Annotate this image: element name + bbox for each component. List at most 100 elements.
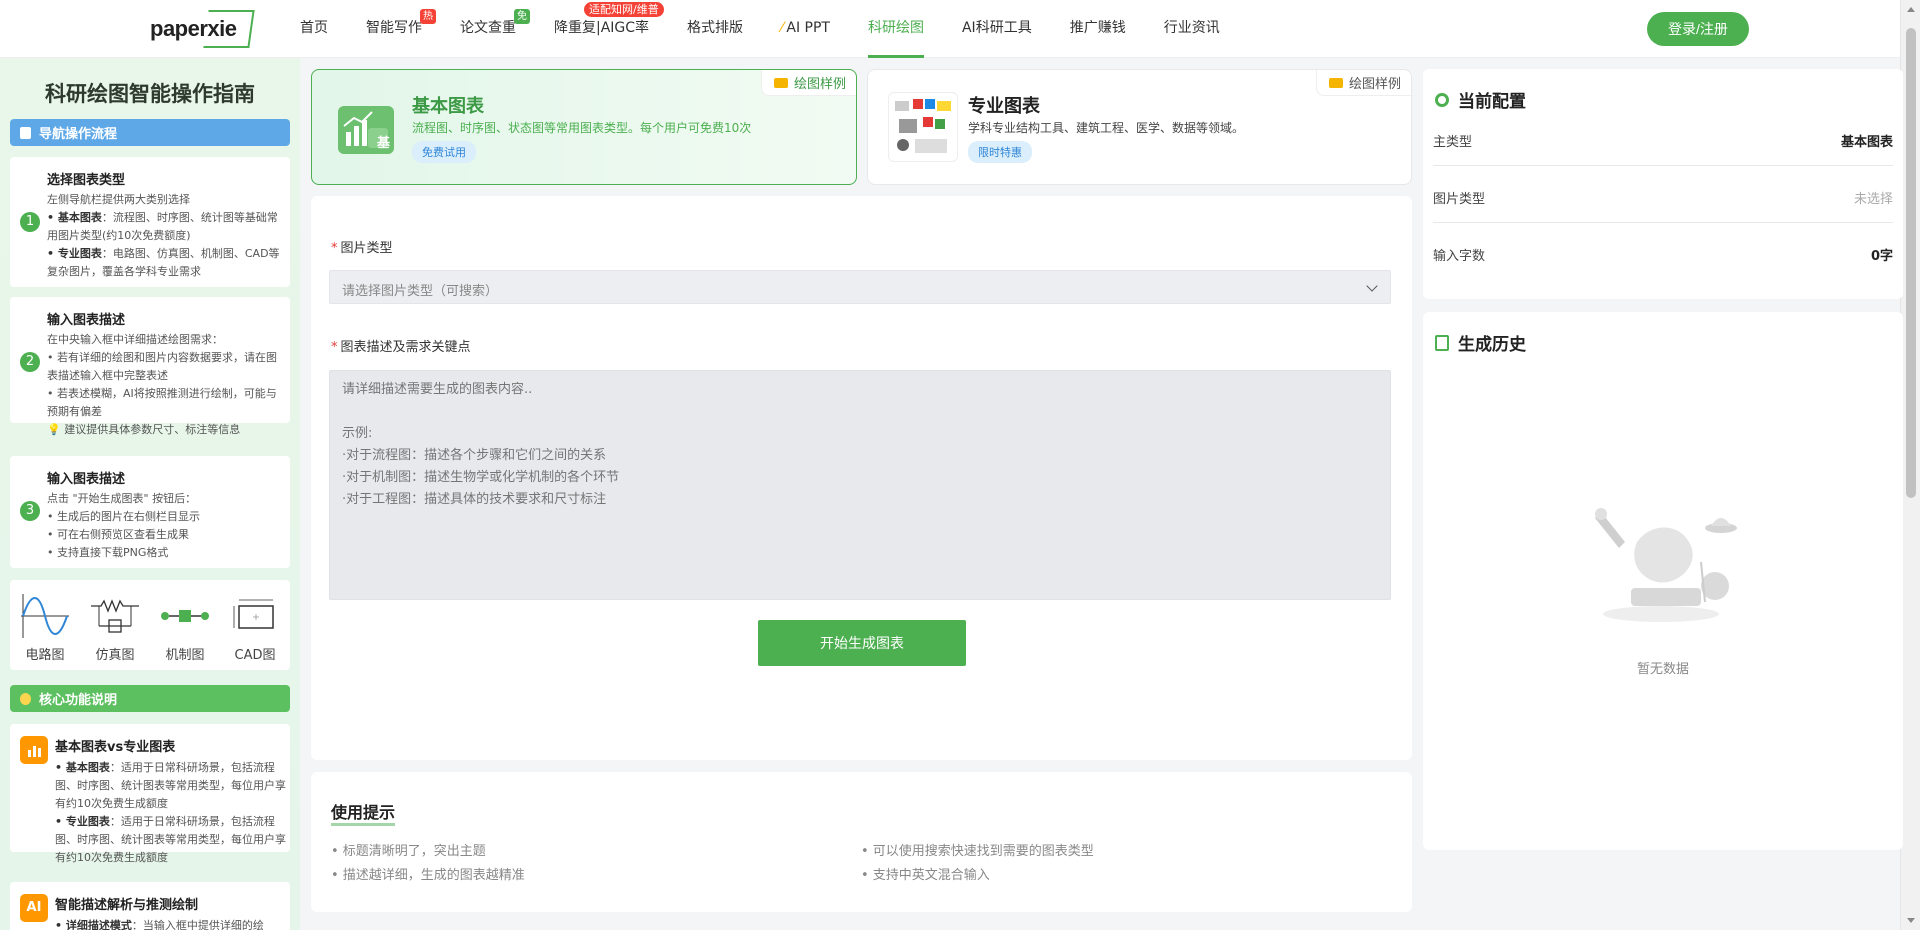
logo-frame-decoration [203, 10, 255, 48]
image-type-select[interactable]: 请选择图片类型（可搜索） [329, 270, 1391, 304]
empty-state-illustration [1595, 508, 1737, 622]
sine-wave-icon [21, 594, 69, 638]
current-config-panel: 当前配置 主类型 基本图表 图片类型 未选择 输入字数 0字 [1423, 69, 1903, 299]
nav-item-ai-ppt[interactable]: ⁄ AI PPT [781, 0, 830, 58]
step-title: 输入图表描述 [47, 313, 126, 328]
step-card-2: 2 输入图表描述 在中央输入框中详细描述绘图需求： • 若有详细的绘图和图片内容… [10, 297, 290, 436]
nav-item-affiliate[interactable]: 推广赚钱 [1070, 0, 1126, 58]
config-title-text: 当前配置 [1458, 92, 1526, 112]
feature-card-smart-parse: AI 智能描述解析与推测绘制 • 详细描述模式：当输入框中提供详细的绘 [10, 882, 290, 930]
feature-line-text: ：当输入框中提供详细的绘 [131, 919, 264, 930]
step-body: 选择图表类型 左侧导航栏提供两大类别选择 • 基本图表：流程图、时序图、统计图等… [47, 169, 285, 281]
sample-link[interactable]: 绘图样例 [1315, 70, 1411, 96]
config-value: 未选择 [1853, 192, 1893, 207]
icon-cell-cad[interactable]: CAD图 [224, 592, 286, 663]
basic-icon-char: 基 [377, 136, 391, 151]
config-row-main-type: 主类型 基本图表 [1433, 110, 1893, 166]
nav-item-smart-writing[interactable]: 智能写作热 [366, 0, 436, 58]
nav-label: AI PPT [786, 20, 830, 36]
nav-label: 智能写作 [366, 20, 422, 36]
icon-cell-simulation[interactable]: 仿真图 [84, 592, 146, 663]
step-line-bold: • 专业图表 [47, 247, 102, 260]
step-body: 输入图表描述 点击 "开始生成图表" 按钮后： • 生成后的图片在右侧栏目显示 … [47, 468, 285, 562]
page-scrollbar[interactable] [1900, 0, 1920, 930]
core-features-header: 核心功能说明 [10, 685, 290, 712]
guide-section-header: 导航操作流程 [10, 119, 290, 146]
scroll-thumb[interactable] [1906, 28, 1916, 498]
chart-type-title: 专业图表 [968, 96, 1040, 117]
scroll-down-arrow-icon[interactable] [1907, 918, 1915, 923]
nav-item-home[interactable]: 首页 [300, 0, 328, 58]
nav-item-reduce-duplication[interactable]: 降重复|AIGC率 适配知网/维普 [554, 0, 664, 58]
step-number: 2 [20, 352, 40, 372]
resistor-icon [91, 599, 139, 633]
icon-label: 仿真图 [95, 648, 135, 663]
tip-item: • 标题清晰明了，突出主题 [331, 844, 486, 859]
step-card-3: 3 输入图表描述 点击 "开始生成图表" 按钮后： • 生成后的图片在右侧栏目显… [10, 456, 290, 568]
feature-line-bold: • 专业图表 [55, 815, 110, 828]
icon-cell-circuit[interactable]: 电路图 [14, 592, 76, 663]
history-title: 生成历史 [1435, 330, 1526, 355]
nav-label: 科研绘图 [867, 20, 924, 36]
nav-item-plagiarism-check[interactable]: 论文查重免 [460, 0, 530, 58]
chart-type-desc: 学科专业结构工具、建筑工程、医学、数据等领域。 [968, 121, 1245, 135]
nav-label: 论文查重 [460, 20, 516, 36]
nav-item-ai-research-tools[interactable]: AI科研工具 [962, 0, 1032, 58]
nav-label: 格式排版 [687, 20, 744, 36]
gear-icon [1435, 92, 1449, 107]
sample-link-label: 绘图样例 [1348, 77, 1401, 92]
config-row-image-type: 图片类型 未选择 [1433, 167, 1893, 223]
chart-description-textarea[interactable] [329, 370, 1391, 600]
nav-item-formatting[interactable]: 格式排版 [687, 0, 743, 58]
nav-item-research-drawing[interactable]: 科研绘图 [867, 0, 924, 58]
config-value: 0字 [1870, 249, 1893, 264]
pointing-hand-icon [1328, 77, 1343, 88]
top-navbar: paperxie 首页 智能写作热 论文查重免 降重复|AIGC率 适配知网/维普… [0, 0, 1900, 58]
chart-type-card-professional[interactable]: 专业图表 学科专业结构工具、建筑工程、医学、数据等领域。 限时特惠 绘图样例 [867, 69, 1412, 185]
feature-body: 智能描述解析与推测绘制 • 详细描述模式：当输入框中提供详细的绘 [55, 894, 287, 930]
sparkle-icon [20, 692, 31, 705]
login-register-button[interactable]: 登录/注册 [1647, 12, 1749, 46]
step-number: 1 [20, 212, 40, 232]
step-line: 在中央输入框中详细描述绘图需求： [47, 333, 223, 346]
scroll-up-arrow-icon[interactable] [1907, 7, 1915, 12]
nav-label: 推广赚钱 [1069, 20, 1126, 36]
field-label-text: 图片类型 [340, 241, 393, 256]
nav-item-industry-news[interactable]: 行业资讯 [1164, 0, 1220, 58]
config-value: 基本图表 [1840, 135, 1893, 150]
description-label: * 图表描述及需求关键点 [331, 336, 471, 355]
config-key: 主类型 [1433, 135, 1473, 150]
select-placeholder: 请选择图片类型（可搜索） [342, 284, 499, 299]
chart-type-title: 基本图表 [412, 96, 484, 117]
tip-item: • 可以使用搜索快速找到需要的图表类型 [861, 844, 1094, 859]
history-title-text: 生成历史 [1458, 335, 1526, 355]
tip-item: • 描述越详细，生成的图表越精准 [331, 868, 525, 883]
config-row-word-count: 输入字数 0字 [1433, 224, 1893, 280]
feature-line: • 基本图表：适用于日常科研场景，包括流程图、时序图、统计图表等常用类型，每位用… [55, 759, 287, 813]
history-icon [1435, 334, 1449, 351]
feature-line: • 专业图表：适用于日常科研场景，包括流程图、时序图、统计图表等常用类型，每位用… [55, 813, 287, 867]
nav-label: 降重复|AIGC率 [554, 20, 650, 36]
paperxie-logo[interactable]: paperxie [150, 10, 255, 48]
config-key: 图片类型 [1433, 192, 1486, 207]
feature-title: 智能描述解析与推测绘制 [55, 898, 199, 913]
chart-type-desc: 流程图、时序图、状态图等常用图表类型。每个用户可免费10次 [412, 121, 752, 135]
sample-link-label: 绘图样例 [793, 77, 846, 92]
config-key: 输入字数 [1433, 249, 1486, 264]
image-type-label: * 图片类型 [331, 237, 393, 256]
step-line: • 生成后的图片在右侧栏目显示 [47, 510, 200, 523]
nav-label: 首页 [300, 20, 328, 36]
chart-type-card-basic[interactable]: 基 基本图表 流程图、时序图、状态图等常用图表类型。每个用户可免费10次 免费试… [311, 69, 857, 185]
step-line: • 若有详细的绘图和图片内容数据要求，请在图表描述输入框中完整表述 [47, 351, 277, 382]
professional-chart-thumbnail [888, 92, 958, 162]
step-line: • 专业图表：电路图、仿真图、机制图、CAD等复杂图片，覆盖各学科专业需求 [47, 245, 285, 281]
sample-link[interactable]: 绘图样例 [760, 70, 856, 96]
config-title: 当前配置 [1435, 87, 1526, 112]
generate-chart-button[interactable]: 开始生成图表 [758, 620, 966, 666]
usage-tips-panel: 使用提示 • 标题清晰明了，突出主题 • 可以使用搜索快速找到需要的图表类型 •… [311, 772, 1412, 912]
free-trial-tag: 免费试用 [412, 141, 476, 163]
icon-cell-mechanism[interactable]: 机制图 [154, 592, 216, 663]
feature-line: • 详细描述模式：当输入框中提供详细的绘 [55, 917, 287, 930]
feature-title: 基本图表vs专业图表 [55, 740, 176, 755]
feature-line-bold: • 基本图表 [55, 761, 110, 774]
